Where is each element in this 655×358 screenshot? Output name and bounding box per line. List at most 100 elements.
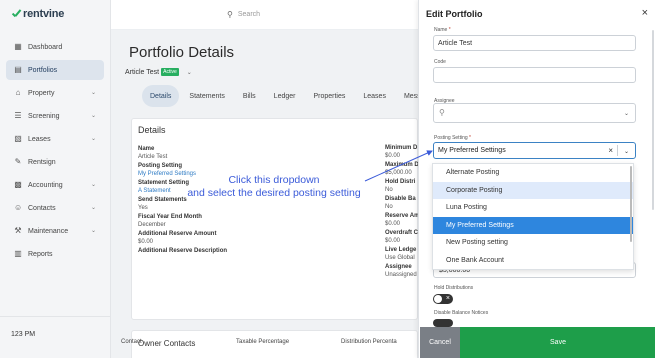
save-button[interactable]: Save xyxy=(460,327,655,358)
chevron-down-icon[interactable]: ⌄ xyxy=(91,204,96,211)
code-label: Code xyxy=(434,59,446,65)
name-field[interactable]: Article Test xyxy=(433,35,636,51)
sidebar-item-reports[interactable]: ▥ Reports xyxy=(6,244,104,264)
drawer-title: Edit Portfolio xyxy=(426,9,483,19)
clear-icon[interactable]: × xyxy=(608,146,613,155)
brand-name: rentvine xyxy=(23,8,65,20)
tab-bar: Details Statements Bills Ledger Properties Le… xyxy=(142,85,431,107)
page-title: Portfolio Details xyxy=(129,44,235,61)
contacts-icon: ☺ xyxy=(14,203,23,212)
sidebar-item-property[interactable]: ⌂ Property ⌄ xyxy=(6,83,104,103)
chevron-down-icon[interactable]: ⌄ xyxy=(624,148,629,155)
tab-ledger[interactable]: Ledger xyxy=(266,85,304,107)
sidebar-item-label: Leases xyxy=(28,135,51,143)
menu-scrollbar[interactable] xyxy=(630,166,632,242)
separator xyxy=(617,145,618,156)
field-value: $0.00 xyxy=(138,239,154,245)
field-value: Yes xyxy=(138,205,148,211)
logo-check-icon xyxy=(11,9,22,20)
dropdown-option[interactable]: Luna Posting xyxy=(433,199,633,217)
chevron-down-icon[interactable]: ⌄ xyxy=(91,181,96,188)
sidebar-item-label: Portfolios xyxy=(28,66,58,74)
drawer-scrollbar[interactable] xyxy=(652,30,654,210)
hold-distributions-toggle[interactable]: × xyxy=(433,294,453,304)
field-label: Fiscal Year End Month xyxy=(138,214,202,220)
sidebar-item-rentsign[interactable]: ✎ Rentsign xyxy=(6,152,104,172)
chevron-down-icon[interactable]: ⌄ xyxy=(624,110,629,117)
disable-balance-notices-label: Disable Balance Notices xyxy=(434,310,489,316)
name-label: Name * xyxy=(434,27,451,33)
sidebar-item-label: Rentsign xyxy=(28,158,56,166)
dropdown-option[interactable]: One Bank Account xyxy=(433,252,633,270)
portfolio-selector[interactable]: Article Test Active ⌄ xyxy=(125,68,192,76)
sidebar-nav: ▦ Dashboard ▤ Portfolios ⌂ Property ⌄ ☰ Screenin… xyxy=(6,37,104,267)
toggle-off-icon: × xyxy=(445,295,450,302)
code-field[interactable] xyxy=(433,67,636,83)
column-header: Taxable Percentage xyxy=(236,339,290,345)
drawer-footer: Cancel Save xyxy=(420,327,655,358)
details-fields-left: Name Article Test Posting Setting My Prefer… xyxy=(138,145,288,255)
reports-icon: ▥ xyxy=(14,249,22,258)
sidebar-item-label: Reports xyxy=(28,250,53,258)
dropdown-option[interactable]: Alternate Posting xyxy=(433,164,633,182)
sidebar-item-label: Screening xyxy=(28,112,60,120)
signature-icon: ✎ xyxy=(14,157,22,166)
lease-icon: ▧ xyxy=(14,134,22,143)
tab-details[interactable]: Details xyxy=(142,85,180,107)
tab-statements[interactable]: Statements xyxy=(181,85,232,107)
sidebar-item-leases[interactable]: ▧ Leases ⌄ xyxy=(6,129,104,149)
tab-properties[interactable]: Properties xyxy=(305,85,353,107)
owner-contacts-title: Owner Contacts xyxy=(138,339,196,348)
chevron-down-icon[interactable]: ⌄ xyxy=(91,135,96,142)
sidebar-item-accounting[interactable]: ▩ Accounting ⌄ xyxy=(6,175,104,195)
annotation-line-1: Click this dropdown xyxy=(228,174,320,186)
sidebar: rentvine ▦ Dashboard ▤ Portfolios ⌂ Property ⌄… xyxy=(0,0,111,358)
dropdown-option[interactable]: Corporate Posting xyxy=(433,181,633,199)
dropdown-option[interactable]: My Preferred Settings xyxy=(433,216,633,234)
column-header: Contact xyxy=(121,339,142,345)
dropdown-option[interactable]: New Posting setting xyxy=(433,234,633,252)
wrench-icon: ⚒ xyxy=(14,226,22,235)
sidebar-item-label: Property xyxy=(28,89,55,97)
chevron-down-icon[interactable]: ⌄ xyxy=(91,112,96,119)
sidebar-item-portfolios[interactable]: ▤ Portfolios xyxy=(6,60,104,80)
portfolio-name: Article Test xyxy=(125,68,160,76)
details-title: Details xyxy=(138,125,166,135)
field-value: December xyxy=(138,222,166,228)
close-icon[interactable]: × xyxy=(642,7,648,19)
sidebar-item-contacts[interactable]: ☺ Contacts ⌄ xyxy=(6,198,104,218)
dashboard-icon: ▦ xyxy=(14,42,22,51)
brand-logo[interactable]: rentvine xyxy=(11,8,64,20)
tab-leases[interactable]: Leases xyxy=(355,85,394,107)
sidebar-item-maintenance[interactable]: ⚒ Maintenance ⌄ xyxy=(6,221,104,241)
tab-bills[interactable]: Bills xyxy=(235,85,264,107)
cancel-button[interactable]: Cancel xyxy=(420,327,460,358)
field-label: Posting Setting xyxy=(138,163,182,169)
assignee-select[interactable]: ⚲ ⌄ xyxy=(433,103,636,123)
hold-distributions-label: Hold Distributions xyxy=(434,285,474,291)
toggle-knob xyxy=(434,295,442,303)
field-label: Name xyxy=(138,146,155,152)
posting-setting-dropdown[interactable]: My Preferred Settings × ⌄ xyxy=(433,142,636,159)
sidebar-item-label: Dashboard xyxy=(28,43,63,51)
sidebar-item-label: Contacts xyxy=(28,204,56,212)
name-value: Article Test xyxy=(438,39,473,47)
sidebar-item-label: Maintenance xyxy=(28,227,69,235)
chevron-down-icon[interactable]: ⌄ xyxy=(187,69,192,76)
edit-portfolio-drawer: Edit Portfolio × Name * Article Test Cod… xyxy=(418,0,655,358)
clock: 123 PM xyxy=(0,316,111,358)
sidebar-item-screening[interactable]: ☰ Screening ⌄ xyxy=(6,106,104,126)
topbar: ⚲ Search xyxy=(111,0,418,30)
posting-setting-value: My Preferred Settings xyxy=(438,147,506,154)
status-badge: Active xyxy=(161,68,179,76)
screening-icon: ☰ xyxy=(14,111,22,120)
search-bar[interactable]: ⚲ Search xyxy=(223,5,411,23)
home-icon: ⌂ xyxy=(15,88,21,97)
chevron-down-icon[interactable]: ⌄ xyxy=(91,89,96,96)
field-label: Additional Reserve Description xyxy=(138,248,228,254)
tutorial-annotation: Click this dropdown and select the desir… xyxy=(184,174,364,200)
sidebar-item-dashboard[interactable]: ▦ Dashboard xyxy=(6,37,104,57)
disable-balance-notices-toggle[interactable] xyxy=(433,319,453,327)
chevron-down-icon[interactable]: ⌄ xyxy=(91,227,96,234)
search-input[interactable]: Search xyxy=(238,11,260,18)
